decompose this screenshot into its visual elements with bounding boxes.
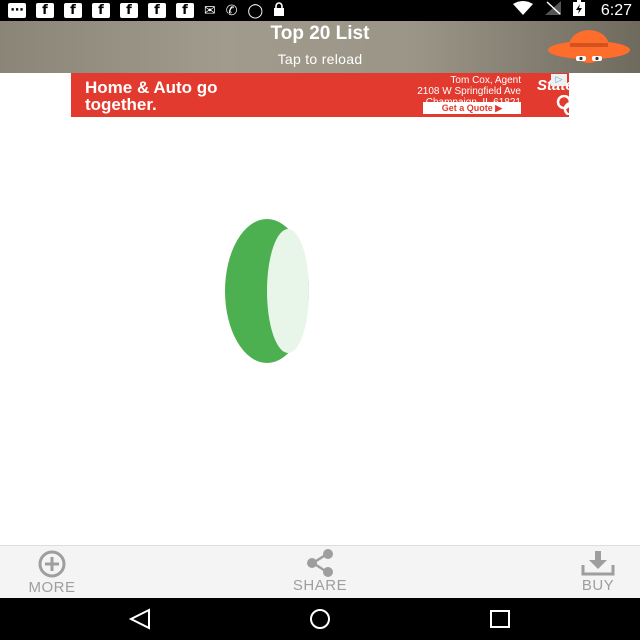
no-signal-icon (544, 1, 561, 20)
mail-icon: ✉ (204, 2, 216, 19)
spinner-face (267, 229, 309, 353)
add-circle-icon (38, 550, 66, 578)
ad-address-line1: 2108 W Springfield Ave (417, 86, 521, 97)
status-bar: ⋯ f f f f f f ✉ ✆ ◯ 6:27 (0, 0, 640, 21)
facebook-icon: f (176, 3, 194, 18)
spy-logo-icon (548, 30, 630, 63)
ad-banner[interactable]: Home & Auto go together. Tom Cox, Agent … (71, 73, 569, 117)
message-icon: ⋯ (8, 3, 26, 18)
buy-button[interactable]: BUY (562, 546, 634, 599)
header-title: Top 20 List (270, 23, 370, 44)
share-button[interactable]: SHARE (280, 546, 360, 599)
no-fax-icon: ✆ (225, 2, 238, 19)
home-button[interactable] (290, 598, 350, 640)
loading-spinner (225, 219, 309, 363)
battery-charging-icon (572, 0, 585, 21)
recents-button[interactable] (470, 598, 530, 640)
more-button[interactable]: MORE (12, 546, 92, 599)
ad-quote-button[interactable]: Get a Quote ▶ (423, 102, 521, 114)
facebook-icon: f (120, 3, 138, 18)
reload-hint[interactable]: Tap to reload (0, 51, 640, 67)
home-icon (310, 609, 330, 629)
facebook-icon: f (64, 3, 82, 18)
navigation-bar (0, 598, 640, 640)
facebook-icon: f (36, 3, 54, 18)
clock: 6:27 (600, 1, 632, 19)
system-icons: 6:27 (512, 0, 632, 21)
screen: ⋯ f f f f f f ✉ ✆ ◯ 6:27 Top 20 List Tap… (0, 0, 640, 640)
back-button[interactable] (110, 598, 170, 640)
ad-headline: Home & Auto go together. (85, 78, 218, 114)
buy-label: BUY (581, 577, 615, 594)
ad-agent-name: Tom Cox, Agent (450, 75, 521, 86)
ad-choices-icon[interactable]: ▷ (551, 74, 567, 86)
share-label: SHARE (292, 577, 348, 594)
back-icon (128, 608, 150, 630)
bottom-action-bar: MORE SHARE BUY (0, 545, 640, 598)
lock-icon (273, 2, 285, 19)
recents-icon (490, 610, 510, 628)
facebook-icon: f (92, 3, 110, 18)
sync-icon: ◯ (247, 2, 264, 19)
facebook-icon: f (148, 3, 166, 18)
more-label: MORE (28, 579, 76, 596)
notification-icons: ⋯ f f f f f f ✉ ✆ ◯ (8, 2, 513, 19)
wifi-icon (512, 1, 533, 20)
share-icon (307, 549, 333, 577)
app-header[interactable]: Top 20 List Tap to reload (0, 21, 640, 73)
brand-rings-icon (556, 95, 569, 115)
download-icon (581, 551, 615, 576)
